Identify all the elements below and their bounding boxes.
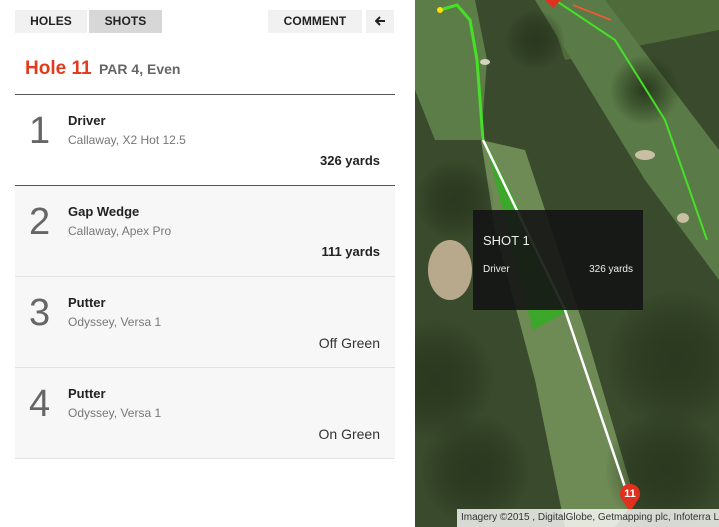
shot-club-model: Odyssey, Versa 1: [68, 315, 162, 329]
shots-panel: HOLES SHOTS COMMENT Hole 11 PAR 4, Even …: [0, 0, 410, 527]
arrow-left-icon: [374, 16, 385, 26]
shot-club: Putter: [68, 386, 106, 401]
shot-number: 2: [29, 201, 51, 243]
shot-club: Putter: [68, 295, 106, 310]
shot-row-1[interactable]: 1 Driver Callaway, X2 Hot 12.5 326 yards: [15, 95, 395, 186]
shot-number: 3: [29, 292, 51, 334]
comment-button[interactable]: COMMENT: [268, 10, 362, 33]
back-button[interactable]: [366, 10, 394, 33]
tab-bar: HOLES SHOTS COMMENT: [15, 10, 394, 33]
satellite-map[interactable]: SHOT 1 Driver 326 yards 11 Imagery ©2015…: [415, 0, 719, 527]
shot-distance: 326 yards: [320, 153, 380, 168]
tooltip-club: Driver: [483, 264, 510, 275]
shot-club: Driver: [68, 113, 106, 128]
map-attribution: Imagery ©2015 , DigitalGlobe, Getmapping…: [457, 509, 719, 527]
shot-result: Off Green: [318, 335, 380, 351]
shot-number: 4: [29, 383, 51, 425]
shot-number: 1: [29, 110, 51, 152]
shot-result: On Green: [318, 426, 380, 442]
shot-club-model: Callaway, X2 Hot 12.5: [68, 133, 186, 147]
hole-title: Hole 11: [25, 58, 92, 79]
tooltip-distance: 326 yards: [589, 264, 633, 275]
hole-marker-number: 11: [624, 488, 636, 500]
hole-header: Hole 11 PAR 4, Even: [25, 58, 180, 80]
shot-row-3[interactable]: 3 Putter Odyssey, Versa 1 Off Green: [15, 277, 395, 368]
shot-list: 1 Driver Callaway, X2 Hot 12.5 326 yards…: [15, 94, 395, 459]
shot-club-model: Callaway, Apex Pro: [68, 224, 172, 238]
shot-distance: 111 yards: [321, 244, 380, 259]
tooltip-title: SHOT 1: [483, 233, 530, 248]
shot-club-model: Odyssey, Versa 1: [68, 406, 162, 420]
tab-holes[interactable]: HOLES: [15, 10, 87, 33]
par-info: PAR 4, Even: [99, 61, 181, 77]
shot-row-2[interactable]: 2 Gap Wedge Callaway, Apex Pro 111 yards: [15, 186, 395, 277]
tab-shots[interactable]: SHOTS: [89, 10, 162, 33]
shot-row-4[interactable]: 4 Putter Odyssey, Versa 1 On Green: [15, 368, 395, 459]
shot-tooltip: SHOT 1 Driver 326 yards: [473, 210, 643, 310]
shot-club: Gap Wedge: [68, 204, 140, 219]
